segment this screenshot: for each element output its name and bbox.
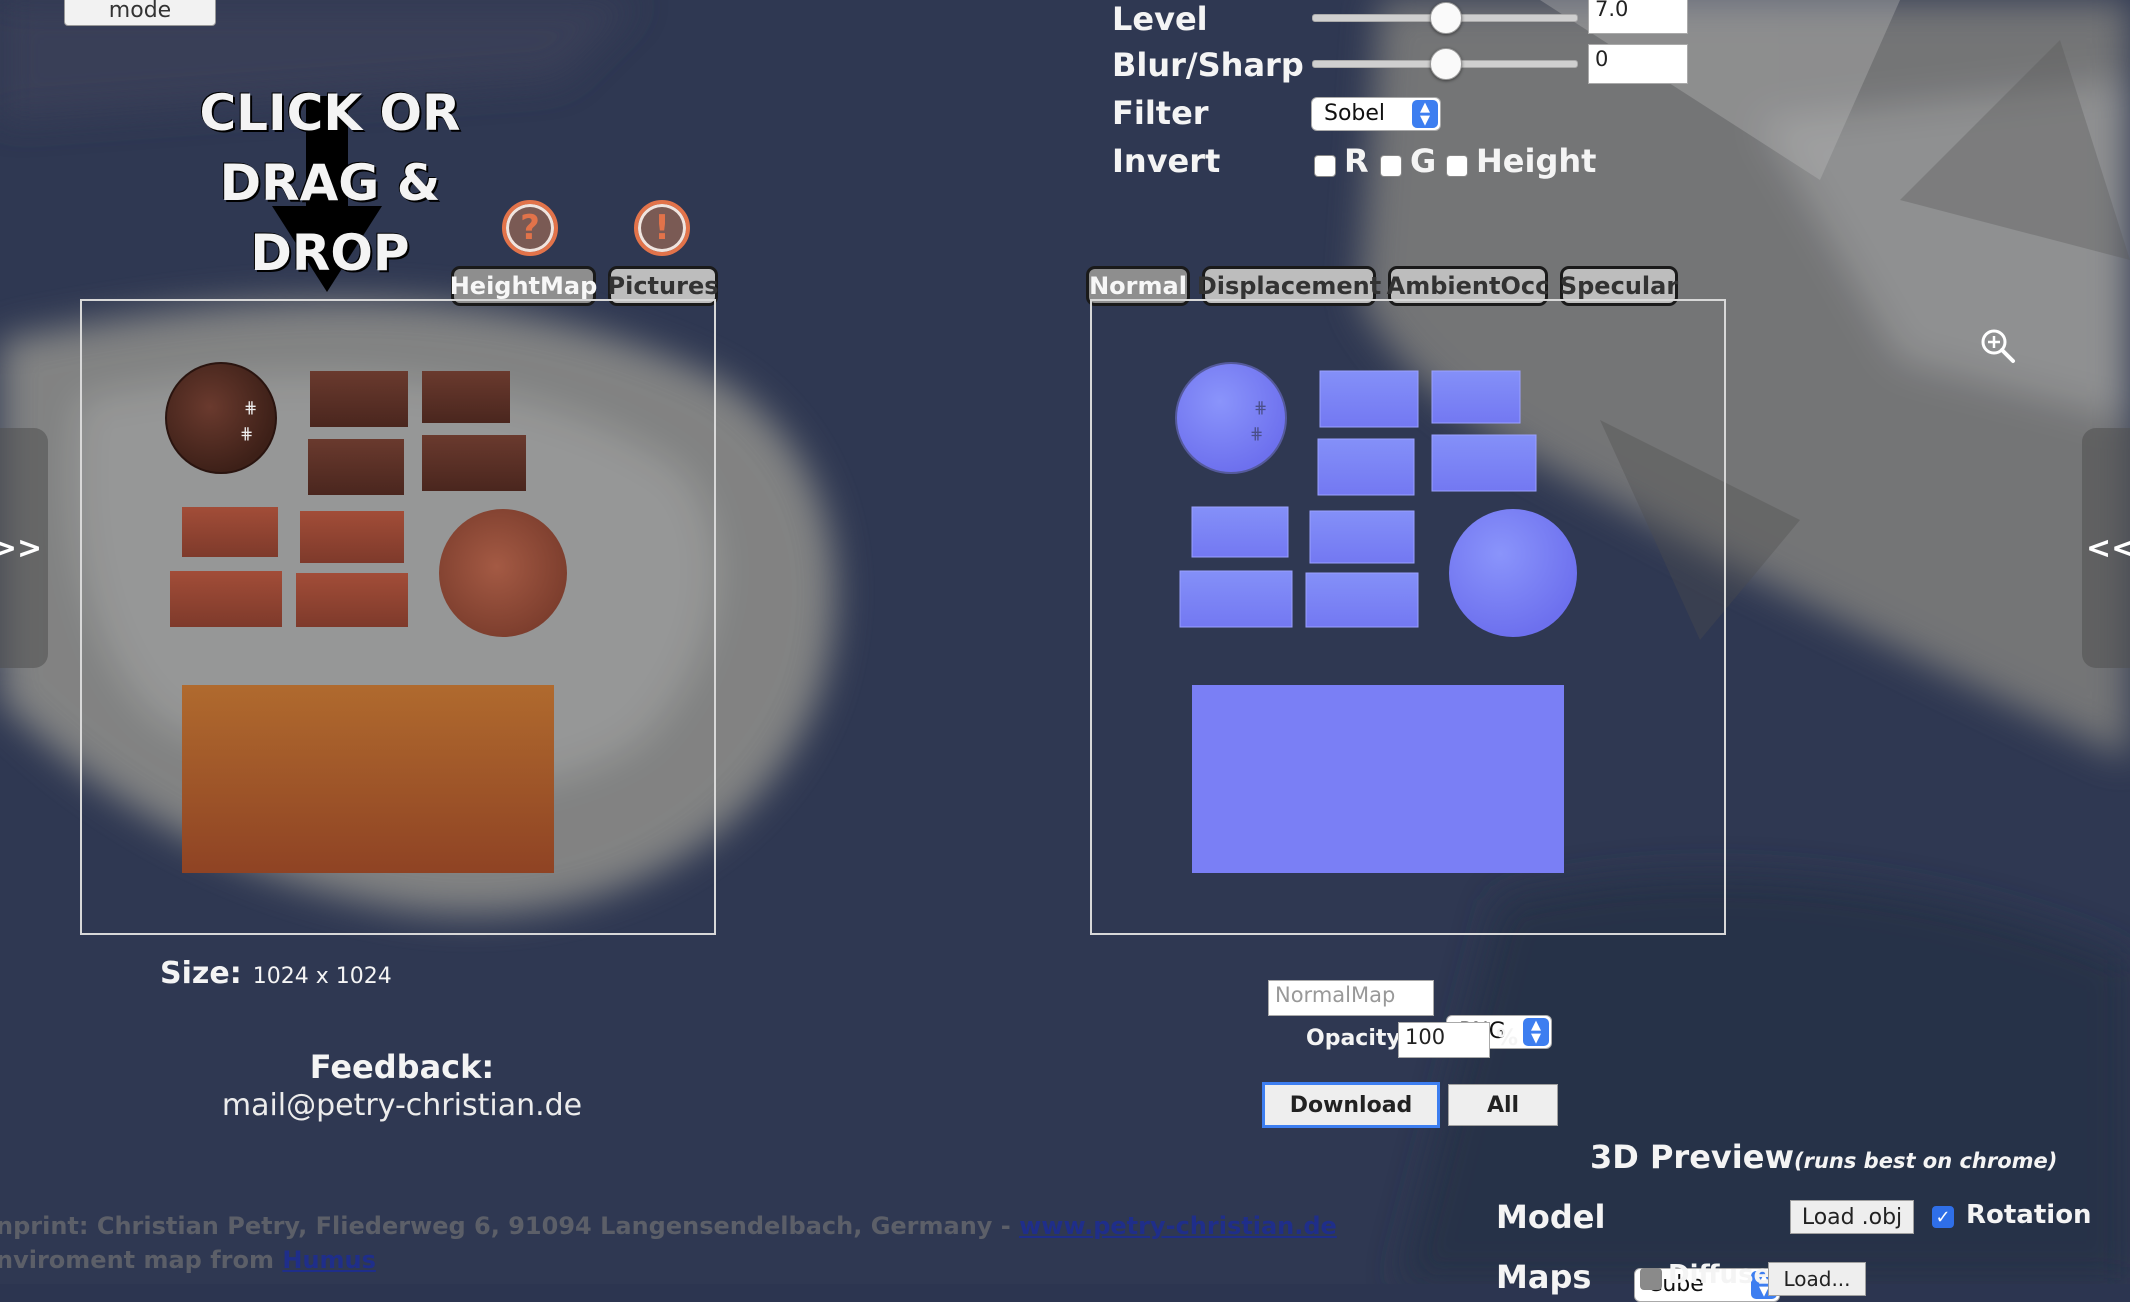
warning-icon[interactable]: !: [634, 200, 690, 256]
filter-value: Sobel: [1324, 101, 1386, 126]
invert-label: Invert: [1112, 142, 1221, 180]
humus-link[interactable]: Humus: [282, 1246, 376, 1274]
question-icon[interactable]: ?: [502, 200, 558, 256]
normalmap-panel: ⋕ ⋕: [1090, 299, 1726, 935]
checkmark-icon: ✓: [1935, 1207, 1951, 1228]
chevron-updown-icon: ▲ ▼: [1412, 100, 1438, 128]
level-input[interactable]: 7.0: [1588, 0, 1688, 34]
question-glyph: ?: [520, 208, 540, 248]
size-value: 1024 x 1024: [252, 964, 392, 989]
svg-text:⋕: ⋕: [244, 398, 257, 417]
drag-drop-line1: CLICK OR: [199, 84, 461, 142]
download-all-button[interactable]: All: [1448, 1084, 1558, 1126]
invert-r-checkbox[interactable]: [1314, 155, 1336, 177]
load-obj-button[interactable]: Load .obj: [1790, 1200, 1914, 1234]
drag-drop-label[interactable]: CLICK OR DRAG & DROP: [170, 78, 490, 288]
load-diffuse-button[interactable]: Load...: [1768, 1262, 1866, 1296]
blur-sharp-slider[interactable]: [1312, 46, 1578, 86]
imprint-line: nprint: Christian Petry, Fliederweg 6, 9…: [0, 1212, 1337, 1240]
invert-height-label: Height: [1476, 142, 1597, 180]
invert-height-checkbox[interactable]: [1446, 155, 1468, 177]
feedback-label: Feedback:: [309, 1048, 495, 1086]
filter-label: Filter: [1112, 94, 1209, 132]
right-sidebar-toggle[interactable]: <<: [2082, 428, 2130, 668]
size-info: Size: 1024 x 1024: [160, 956, 392, 991]
environment-credit-text: nviroment map from: [0, 1246, 283, 1274]
right-toggle-glyph: <<: [2086, 530, 2130, 566]
preview-title: 3D Preview: [1590, 1138, 1794, 1176]
model-label: Model: [1496, 1198, 1606, 1236]
svg-text:⋕: ⋕: [1250, 424, 1263, 443]
warning-glyph: !: [654, 208, 670, 248]
opacity-input[interactable]: 100: [1398, 1022, 1490, 1058]
imprint-link[interactable]: www.petry-christian.de: [1019, 1212, 1337, 1240]
heightmap-image: ⋕ ⋕: [165, 362, 567, 873]
chevron-updown-icon: ▲ ▼: [1523, 1018, 1549, 1046]
maps-label: Maps: [1496, 1258, 1592, 1296]
size-label: Size:: [160, 956, 242, 991]
filename-input[interactable]: NormalMap: [1268, 980, 1434, 1016]
rotation-label: Rotation: [1966, 1200, 2092, 1230]
diffuse-checkbox[interactable]: [1640, 1268, 1662, 1290]
invert-g-checkbox[interactable]: [1380, 155, 1402, 177]
opacity-label: Opacity: [1306, 1026, 1401, 1051]
feedback-email[interactable]: mail@petry-christian.de: [80, 1088, 724, 1123]
filter-select[interactable]: Sobel ▲ ▼: [1311, 97, 1441, 131]
diffuse-label: Diffuse: [1668, 1260, 1772, 1290]
preview-subtitle: (runs best on chrome): [1794, 1149, 2058, 1173]
preview-header: 3D Preview(runs best on chrome): [1590, 1138, 2057, 1176]
blur-sharp-input[interactable]: 0: [1588, 44, 1688, 84]
download-button[interactable]: Download: [1262, 1082, 1440, 1128]
batch-mode-button[interactable]: Batch mode: [64, 0, 216, 26]
left-sidebar-toggle[interactable]: >>: [0, 428, 48, 668]
svg-text:⋕: ⋕: [240, 424, 253, 443]
environment-credit: nviroment map from Humus: [0, 1246, 376, 1274]
imprint-text: nprint: Christian Petry, Fliederweg 6, 9…: [0, 1212, 1020, 1240]
percent-label: %: [1496, 1026, 1519, 1051]
left-toggle-glyph: >>: [0, 530, 43, 566]
level-slider[interactable]: [1312, 0, 1578, 40]
invert-r-label: R: [1344, 142, 1369, 180]
zoom-in-icon[interactable]: [1978, 326, 2018, 366]
feedback: Feedback: mail@petry-christian.de: [80, 1048, 724, 1123]
level-slider-thumb[interactable]: [1430, 2, 1462, 34]
invert-g-label: G: [1410, 142, 1437, 180]
heightmap-panel[interactable]: ⋕ ⋕: [80, 299, 716, 935]
svg-text:⋕: ⋕: [1254, 398, 1267, 417]
drag-drop-line2: DRAG & DROP: [219, 154, 441, 282]
rotation-checkbox[interactable]: ✓: [1932, 1206, 1954, 1228]
blur-slider-thumb[interactable]: [1430, 48, 1462, 80]
blur-sharp-label: Blur/Sharp: [1112, 46, 1304, 84]
level-label: Level: [1112, 0, 1208, 38]
normalmap-image: ⋕ ⋕: [1175, 362, 1577, 873]
